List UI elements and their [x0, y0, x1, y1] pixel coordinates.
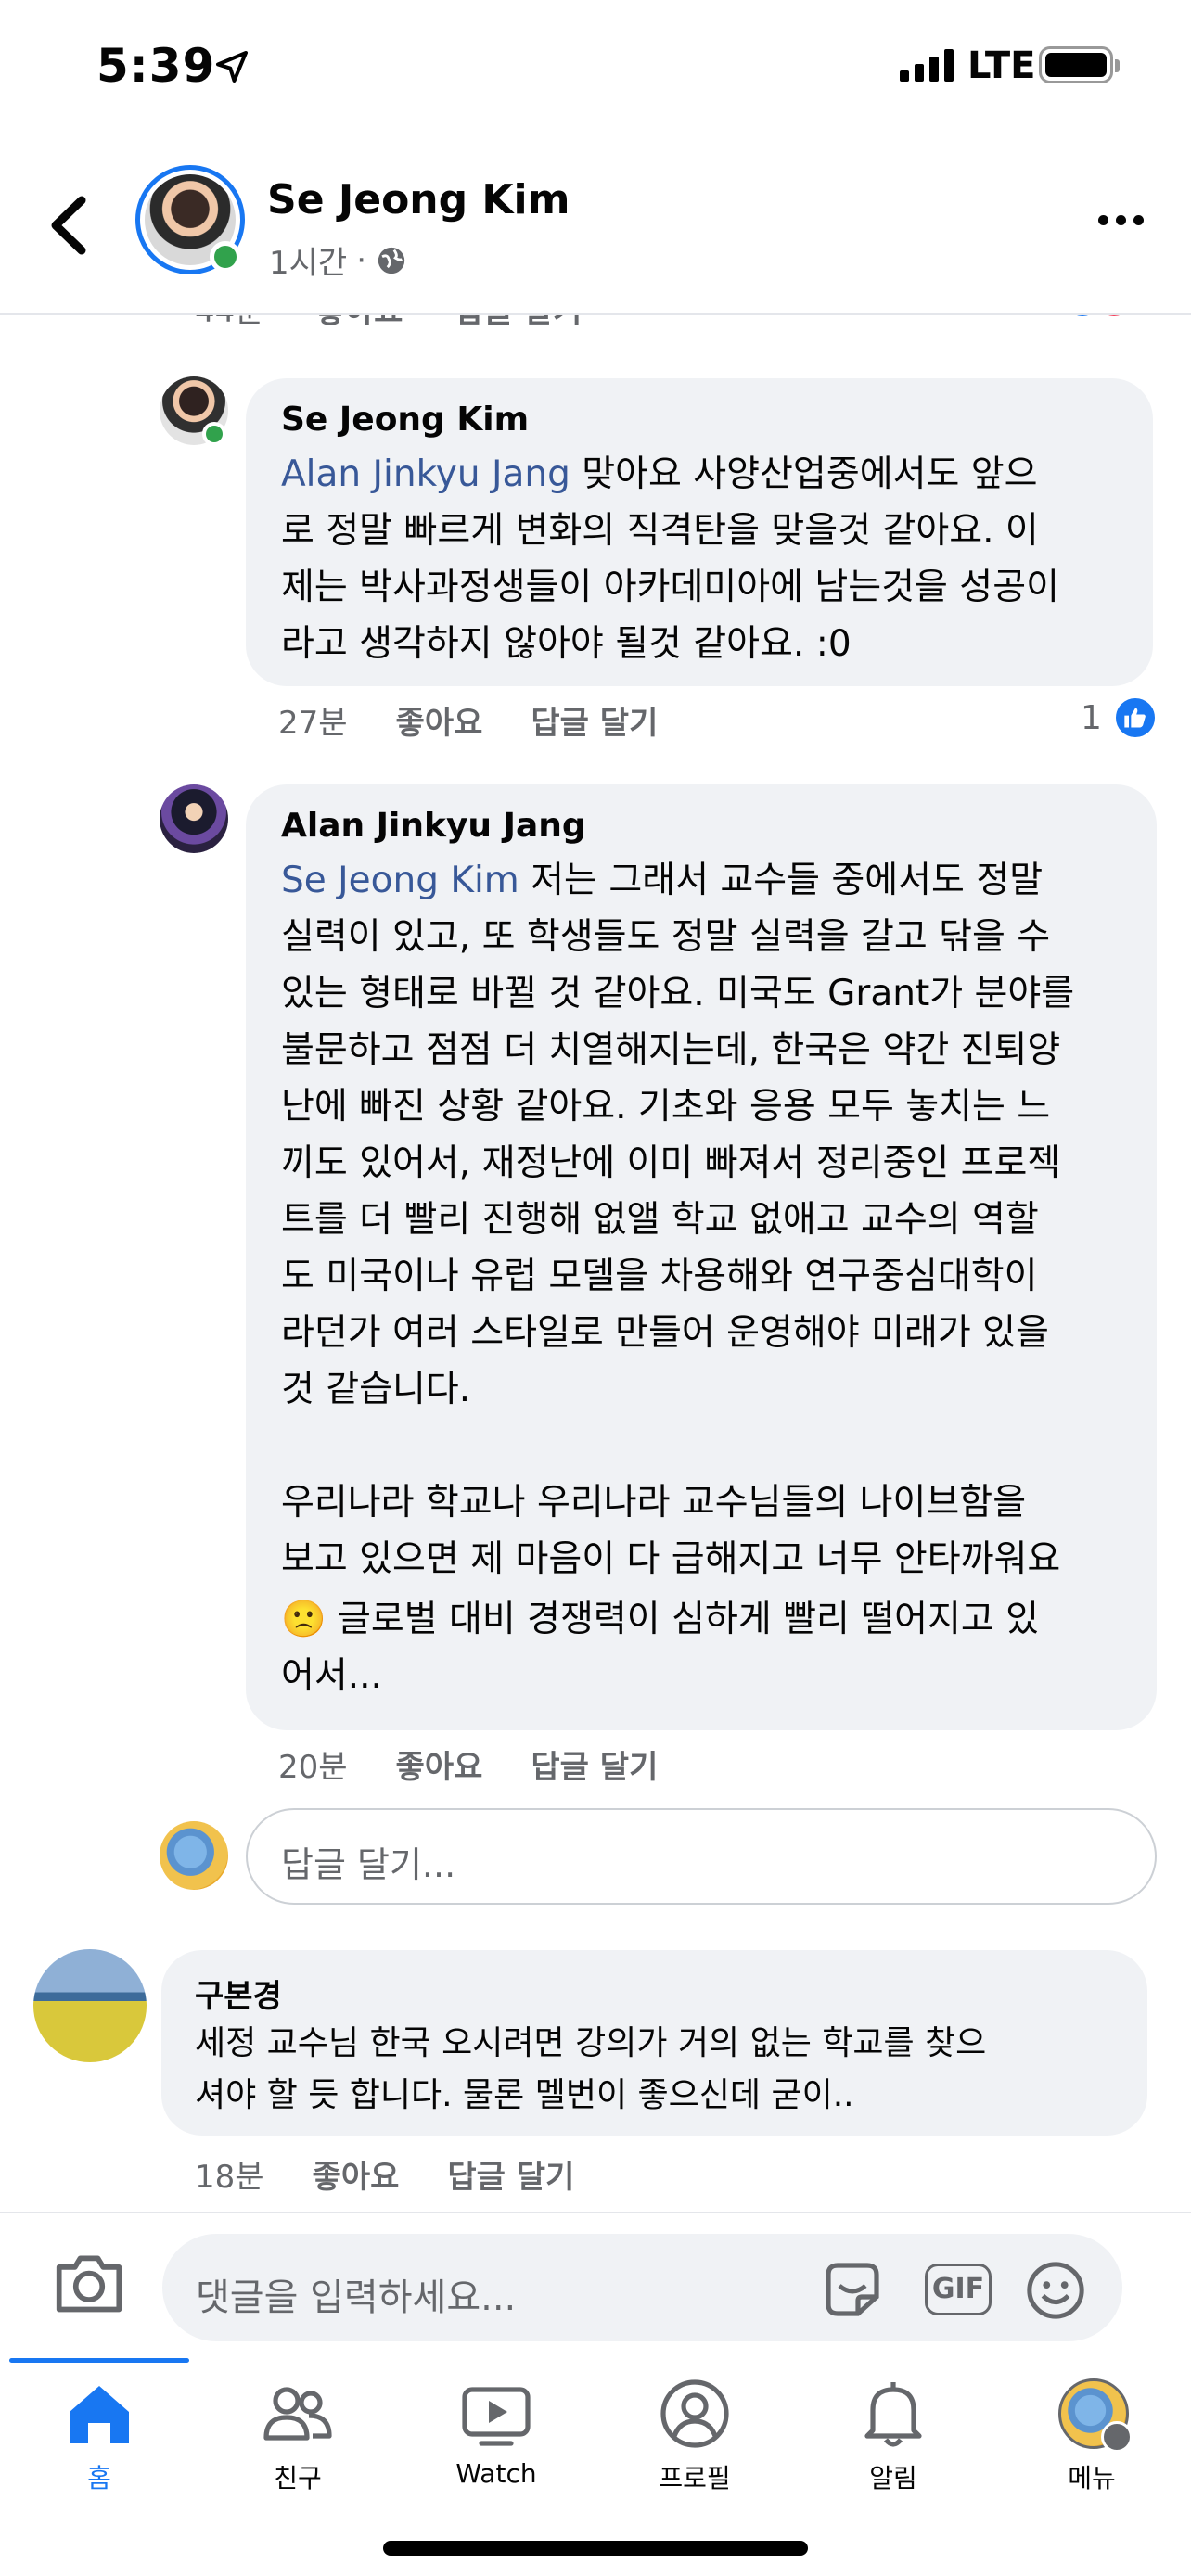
location-arrow-icon: [216, 51, 248, 83]
more-options-icon[interactable]: [1098, 215, 1144, 225]
tab-notifications[interactable]: 알림: [794, 2378, 992, 2518]
sticker-icon[interactable]: [821, 2260, 884, 2319]
back-chevron-icon[interactable]: [45, 193, 91, 258]
comment-time[interactable]: 27분: [278, 697, 348, 743]
reply-input[interactable]: 답글 달기...: [246, 1808, 1157, 1905]
menu-lines-icon: [1101, 2421, 1133, 2453]
comment-input-placeholder: 댓글을 입력하세요...: [196, 2276, 517, 2319]
online-status-dot: [202, 422, 226, 446]
comment-time[interactable]: 18분: [195, 2151, 264, 2197]
tab-home[interactable]: 홈: [0, 2378, 198, 2518]
comment-actions: 20분 좋아요 답글 달기: [278, 1741, 658, 1787]
comment-author[interactable]: 구본경: [195, 1970, 1114, 2016]
battery-icon: [1039, 46, 1120, 83]
sad-face-emoji-icon: 🙁: [281, 1599, 327, 1640]
comment-bubble[interactable]: Se Jeong Kim Alan Jinkyu Jang 맞아요 사양산업중에…: [246, 378, 1153, 686]
gif-icon[interactable]: GIF: [925, 2264, 992, 2315]
profile-icon: [660, 2379, 729, 2448]
thumbs-up-icon: [1112, 695, 1158, 740]
comment-input[interactable]: 댓글을 입력하세요... GIF: [162, 2234, 1122, 2341]
comment-text-paragraph: 우리나라 학교나 우리나라 교수님들의 나이브함을 보고 있으면 제 마음이 다…: [281, 1482, 1061, 1580]
like-button[interactable]: 좋아요: [313, 2151, 400, 2197]
post-meta: 1시간 ·: [269, 237, 407, 283]
tab-label: 친구: [274, 2463, 322, 2493]
mention-link[interactable]: Se Jeong Kim: [281, 860, 519, 901]
mention-link[interactable]: Alan Jinkyu Jang: [281, 453, 570, 495]
comment-avatar[interactable]: [33, 1949, 147, 2062]
comment-author[interactable]: Alan Jinkyu Jang: [281, 807, 1121, 845]
comment-bubble[interactable]: Alan Jinkyu Jang Se Jeong Kim 저는 그래서 교수들…: [246, 784, 1157, 1730]
comment-bubble[interactable]: 구본경 세정 교수님 한국 오시려면 강의가 거의 없는 학교를 찾으 셔야 할…: [161, 1950, 1147, 2136]
like-button[interactable]: 좋아요: [396, 1741, 483, 1787]
post-time[interactable]: 1시간: [269, 237, 347, 283]
tab-label: 프로필: [659, 2463, 731, 2493]
reply-button[interactable]: 답글 달기: [531, 697, 658, 743]
network-type: LTE: [967, 45, 1036, 87]
status-bar: 5:39 LTE: [0, 0, 1191, 139]
tab-watch[interactable]: Watch: [397, 2378, 596, 2518]
comment-composer-bar: 댓글을 입력하세요... GIF: [0, 2212, 1191, 2351]
comment-actions: 27분 좋아요 답글 달기: [278, 697, 658, 743]
comment-text: Se Jeong Kim 저는 그래서 교수들 중에서도 정말 실력이 있고, …: [281, 860, 1075, 1410]
tab-label: 메뉴: [1068, 2463, 1116, 2493]
comment-text: 세정 교수님 한국 오시려면 강의가 거의 없는 학교를 찾으 셔야 할 듯 합…: [195, 2024, 987, 2114]
watch-icon: [462, 2387, 531, 2446]
tab-label: 홈: [87, 2463, 111, 2493]
reaction-count: 1: [1081, 698, 1102, 737]
tab-profile[interactable]: 프로필: [596, 2378, 794, 2518]
emoji-icon[interactable]: [1025, 2260, 1086, 2321]
comment-text: Alan Jinkyu Jang 맞아요 사양산업중에서도 앞으 로 정말 빠르…: [281, 453, 1059, 665]
online-status-dot: [210, 241, 241, 273]
status-time: 5:39: [96, 39, 216, 93]
tab-friends[interactable]: 친구: [198, 2378, 397, 2518]
comment-author[interactable]: Se Jeong Kim: [281, 401, 1118, 439]
author-name[interactable]: Se Jeong Kim: [267, 176, 570, 223]
friends-icon: [263, 2387, 332, 2441]
tab-label: Watch: [455, 2458, 537, 2489]
current-user-avatar: [160, 1821, 228, 1890]
post-header: Se Jeong Kim 1시간 ·: [0, 139, 1191, 315]
cellular-signal-icon: [900, 48, 954, 82]
camera-icon[interactable]: [54, 2251, 124, 2315]
comment-actions: 18분 좋아요 답글 달기: [195, 2151, 574, 2197]
tab-label: 알림: [869, 2463, 917, 2493]
reply-button[interactable]: 답글 달기: [531, 1741, 658, 1787]
home-icon: [70, 2386, 129, 2443]
comment-text-paragraph: 🙁 글로벌 대비 경쟁력이 심하게 빨리 떨어지고 있 어서...: [281, 1599, 1040, 1697]
active-tab-indicator: [9, 2358, 189, 2363]
comment-avatar[interactable]: [160, 784, 228, 853]
comment-reactions[interactable]: 1: [1081, 695, 1158, 740]
globe-public-icon: [378, 247, 405, 274]
reply-button[interactable]: 답글 달기: [447, 2151, 574, 2197]
comment-time[interactable]: 20분: [278, 1741, 348, 1787]
bell-icon: [864, 2382, 922, 2447]
tab-menu[interactable]: 메뉴: [992, 2378, 1191, 2518]
home-indicator: [383, 2541, 808, 2556]
like-button[interactable]: 좋아요: [396, 697, 483, 743]
menu-avatar-icon: [1055, 2378, 1133, 2453]
